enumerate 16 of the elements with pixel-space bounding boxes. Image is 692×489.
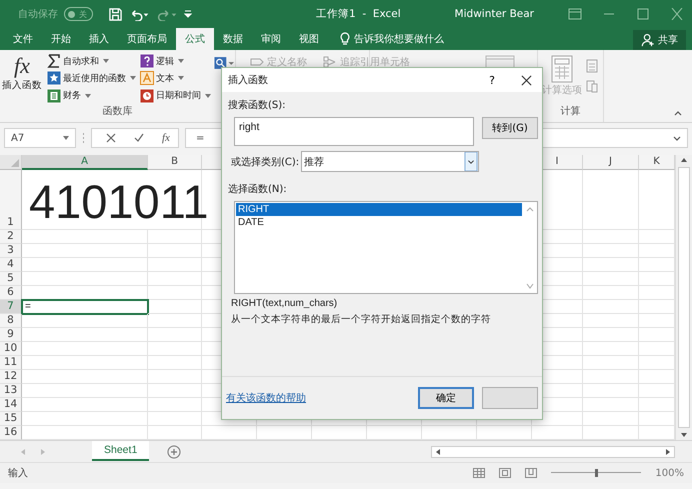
dialog-title: 插入函数 <box>228 74 268 87</box>
autosave-label: 自动保存 <box>18 8 58 21</box>
category-label: 或选择类别(C): <box>231 156 300 168</box>
cell-text: = <box>25 300 31 313</box>
status-mode: 输入 <box>8 466 28 480</box>
group-label: 函数库 <box>102 104 132 119</box>
search-label: 搜索函数(S): <box>228 98 286 112</box>
function-signature: RIGHT(text,num_chars) <box>231 298 338 309</box>
group-label: 计算 <box>560 104 580 119</box>
ribbon-item: 追踪引用单元格 <box>323 53 410 71</box>
window-title: 工作簿1 - Excel <box>316 7 401 21</box>
function-list-label: 选择函数(N): <box>228 182 287 196</box>
function-description: 从一个文本字符串的最后一个字符开始返回指定个数的字符 <box>231 313 491 326</box>
ribbon-item: 定义名称 <box>250 53 307 71</box>
user-name: Midwinter Bear <box>454 8 534 20</box>
cell-text: 4101011 <box>28 177 208 227</box>
